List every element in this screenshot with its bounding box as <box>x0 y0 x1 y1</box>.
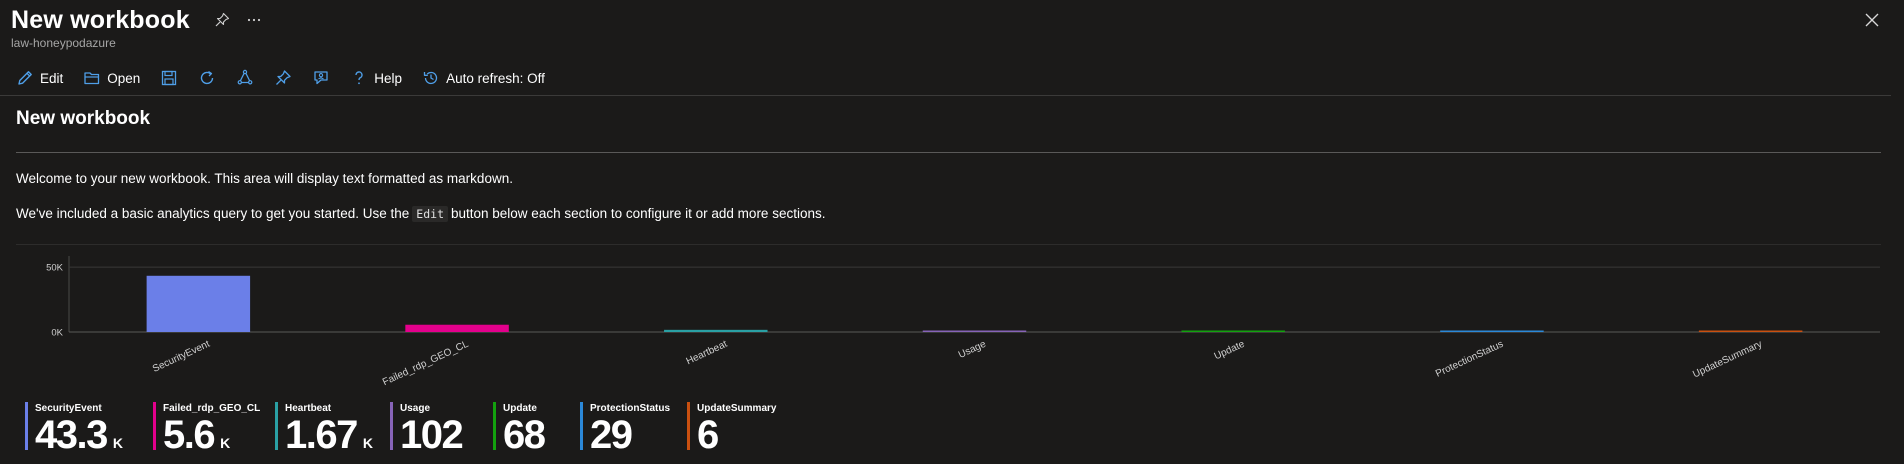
tile-value: 6 <box>697 413 719 457</box>
edit-icon <box>16 69 34 87</box>
y-tick-label: 50K <box>46 263 64 274</box>
tile-color-bar <box>687 402 690 450</box>
page-title: New workbook <box>11 5 190 34</box>
pin-icon <box>274 69 292 87</box>
tile-value: 43.3 K <box>35 414 123 464</box>
tile-color-bar <box>275 402 278 450</box>
refresh-icon <box>198 69 216 87</box>
toolbar-divider <box>0 95 1891 96</box>
open-folder-icon <box>83 69 101 87</box>
section-divider <box>16 152 1881 153</box>
tile-color-bar <box>153 402 156 450</box>
tile-color-bar <box>25 402 28 450</box>
tile-value: 68 <box>503 413 546 457</box>
toolbar: Edit Open Help Auto refresh: Off <box>16 66 565 90</box>
help-icon <box>350 69 368 87</box>
edit-button[interactable]: Edit <box>16 69 63 87</box>
save-button[interactable] <box>160 69 178 87</box>
tile-number: 5.6 <box>163 413 216 457</box>
save-icon <box>160 69 178 87</box>
open-label: Open <box>107 70 141 86</box>
more-icon[interactable] <box>244 10 264 30</box>
refresh-button[interactable] <box>198 69 216 87</box>
tile-value: 1.67 K <box>285 414 373 464</box>
tile-color-bar <box>390 402 393 450</box>
workspace-subtitle: law-honeypodazure <box>11 36 116 50</box>
pin-icon[interactable] <box>212 10 232 30</box>
shared-workbook-button[interactable] <box>236 69 254 87</box>
tile-color-bar <box>493 402 496 450</box>
tile-number: 43.3 <box>35 413 108 457</box>
tile-unit: K <box>220 435 231 451</box>
auto-refresh-label: Auto refresh: Off <box>446 70 545 86</box>
markdown-paragraph-2: We've included a basic analytics query t… <box>16 206 826 222</box>
bar-Heartbeat <box>664 329 768 332</box>
tile-number: 1.67 <box>285 413 358 457</box>
pin-to-dashboard-button[interactable] <box>274 69 292 87</box>
close-icon[interactable] <box>1862 10 1882 30</box>
markdown-text-after: button below each section to configure i… <box>451 206 826 221</box>
bar-ProtectionStatus <box>1440 330 1544 332</box>
bar-UpdateSummary <box>1698 330 1803 332</box>
x-tick-label: ProtectionStatus <box>1434 339 1505 380</box>
bar-SecurityEvent <box>146 275 251 332</box>
auto-refresh-icon <box>422 69 440 87</box>
tile-number: 102 <box>400 413 464 457</box>
tile-number: 68 <box>503 413 546 457</box>
help-label: Help <box>374 70 403 86</box>
open-button[interactable]: Open <box>83 69 140 87</box>
x-tick-label: SecurityEvent <box>151 339 212 375</box>
auto-refresh-button[interactable]: Auto refresh: Off <box>422 69 545 87</box>
x-tick-label: Update <box>1213 339 1247 363</box>
bar-Failed_rdp_GEO_CL <box>405 324 509 332</box>
x-tick-label: Usage <box>957 339 988 361</box>
edit-label: Edit <box>40 70 64 86</box>
feedback-button[interactable] <box>312 69 330 87</box>
title-row: New workbook <box>11 4 264 36</box>
tile-value: 102 <box>400 413 464 457</box>
feedback-icon <box>312 69 330 87</box>
markdown-text-before: We've included a basic analytics query t… <box>16 206 410 221</box>
x-tick-label: Failed_rdp_GEO_CL <box>381 339 471 389</box>
tile-unit: K <box>362 435 373 451</box>
shared-workbook-icon <box>236 69 254 87</box>
workbook-section-title: New workbook <box>16 108 151 129</box>
tile-number: 29 <box>590 413 633 457</box>
bar-chart: 50K 0K SecurityEvent Failed_rdp_GEO_CL Heart… <box>46 256 1880 389</box>
tile-value: 5.6 K <box>163 414 230 464</box>
bar-Usage <box>922 330 1027 332</box>
x-tick-label: Heartbeat <box>685 339 730 368</box>
x-tick-label: UpdateSummary <box>1691 339 1764 381</box>
bar-Update <box>1181 330 1285 332</box>
y-tick-label: 0K <box>51 328 63 339</box>
markdown-inline-code: Edit <box>412 206 448 222</box>
help-button[interactable]: Help <box>350 69 402 87</box>
chart-divider <box>16 244 1881 245</box>
tile-number: 6 <box>697 413 719 457</box>
tile-color-bar <box>580 402 583 450</box>
tile-unit: K <box>112 435 123 451</box>
tile-value: 29 <box>590 413 633 457</box>
markdown-paragraph-1: Welcome to your new workbook. This area … <box>16 171 513 186</box>
